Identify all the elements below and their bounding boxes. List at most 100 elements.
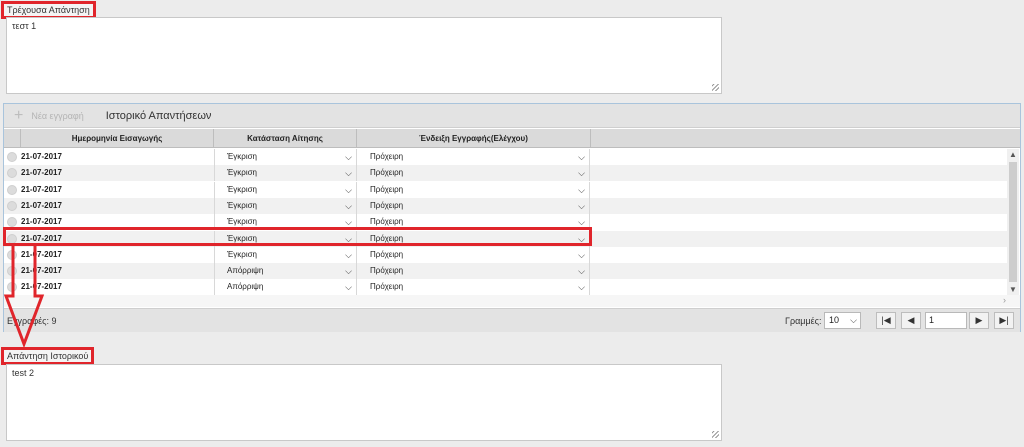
chevron-down-icon: ⌵ xyxy=(345,168,352,179)
history-answer-textarea[interactable]: test 2 xyxy=(6,364,722,441)
row-status-value: Έγκριση xyxy=(227,152,257,161)
grid-header: Ημερομηνία Εισαγωγής Κατάσταση Αίτησης Έ… xyxy=(4,129,1020,148)
chevron-down-icon: ⌵ xyxy=(345,282,352,293)
table-row[interactable]: 21-07-2017 Έγκριση ⌵ Πρόχειρη ⌵ xyxy=(4,246,1007,263)
current-answer-textarea[interactable]: τεστ 1 xyxy=(6,17,722,94)
row-entry-select[interactable]: Πρόχειρη ⌵ xyxy=(356,197,590,214)
row-entry-value: Πρόχειρη xyxy=(370,282,404,292)
grid-body: 21-07-2017 Έγκριση ⌵ Πρόχειρη ⌵ 21-07-2017 Έγκ… xyxy=(4,149,1007,295)
chevron-down-icon: ⌵ xyxy=(345,184,352,195)
selected-row-highlight xyxy=(3,227,592,246)
row-entry-select[interactable]: Πρόχειρη ⌵ xyxy=(356,149,590,165)
row-status-value: Έγκριση xyxy=(227,249,257,259)
header-status[interactable]: Κατάσταση Αίτησης xyxy=(214,129,357,148)
row-entry-value: Πρόχειρη xyxy=(370,217,404,227)
history-answer-text: test 2 xyxy=(12,368,35,378)
next-page-icon: ▶ xyxy=(975,315,983,325)
history-answer-label: Απάντηση Ιστορικού xyxy=(1,347,95,365)
chevron-down-icon: ⌵ xyxy=(345,266,352,277)
last-page-button[interactable]: ▶| xyxy=(994,312,1014,329)
row-status-select[interactable]: Έγκριση ⌵ xyxy=(214,246,356,263)
chevron-down-icon: ⌵ xyxy=(345,200,352,211)
row-entry-select[interactable]: Πρόχειρη ⌵ xyxy=(356,279,590,295)
grid-title: Ιστορικό Απαντήσεων xyxy=(105,109,212,122)
row-select-radio[interactable] xyxy=(7,200,17,211)
table-row[interactable]: 21-07-2017 Απόρριψη ⌵ Πρόχειρη ⌵ xyxy=(4,263,1007,280)
header-select-column xyxy=(4,129,21,148)
row-entry-value: Πρόχειρη xyxy=(370,152,404,161)
row-select-radio[interactable] xyxy=(7,249,17,260)
row-entry-select[interactable]: Πρόχειρη ⌵ xyxy=(356,165,590,182)
row-status-value: Έγκριση xyxy=(227,168,257,178)
scroll-up-icon[interactable]: ▲ xyxy=(1007,150,1019,159)
table-row[interactable]: 21-07-2017 Έγκριση ⌵ Πρόχειρη ⌵ xyxy=(4,197,1007,214)
rows-per-page-value: 10 xyxy=(829,315,840,325)
chevron-down-icon: ⌵ xyxy=(578,184,585,195)
row-entry-value: Πρόχειρη xyxy=(370,184,404,194)
header-entry[interactable]: Ένδειξη Εγγραφής(Ελέγχου) xyxy=(357,129,591,148)
row-status-select[interactable]: Έγκριση ⌵ xyxy=(214,149,356,165)
row-select-radio[interactable] xyxy=(7,266,17,277)
row-select-radio[interactable] xyxy=(7,217,17,228)
chevron-down-icon: ⌵ xyxy=(578,266,585,277)
row-entry-select[interactable]: Πρόχειρη ⌵ xyxy=(356,181,590,198)
row-select-radio[interactable] xyxy=(7,152,17,162)
prev-page-button[interactable]: ◀ xyxy=(901,312,921,329)
row-select-radio[interactable] xyxy=(7,184,17,195)
first-page-button[interactable]: |◀ xyxy=(876,312,896,329)
row-status-value: Έγκριση xyxy=(227,184,257,194)
rows-per-page-select[interactable]: 10 ⌵ xyxy=(824,312,861,329)
first-page-icon: |◀ xyxy=(881,315,891,325)
row-status-select[interactable]: Απόρριψη ⌵ xyxy=(214,279,356,295)
row-entry-value: Πρόχειρη xyxy=(370,266,404,276)
chevron-down-icon: ⌵ xyxy=(578,168,585,179)
row-entry-select[interactable]: Πρόχειρη ⌵ xyxy=(356,263,590,280)
row-status-value: Απόρριψη xyxy=(227,266,264,276)
row-status-select[interactable]: Έγκριση ⌵ xyxy=(214,181,356,198)
chevron-down-icon: ⌵ xyxy=(850,315,857,325)
rows-per-page-label: Γραμμές: xyxy=(785,316,822,326)
records-count: Εγγραφές: 9 xyxy=(7,316,57,326)
row-status-select[interactable]: Έγκριση ⌵ xyxy=(214,165,356,182)
scrollbar-thumb[interactable] xyxy=(1009,162,1017,282)
row-status-value: Απόρριψη xyxy=(227,282,264,292)
row-status-value: Έγκριση xyxy=(227,217,257,227)
table-row[interactable]: 21-07-2017 Έγκριση ⌵ Πρόχειρη ⌵ xyxy=(4,149,1007,165)
history-grid: + Νέα εγγραφή Ιστορικό Απαντήσεων Ημερομ… xyxy=(3,103,1021,332)
page-number-input[interactable]: 1 xyxy=(925,312,967,329)
row-select-radio[interactable] xyxy=(7,168,17,179)
current-answer-text: τεστ 1 xyxy=(12,21,37,31)
chevron-down-icon: ⌵ xyxy=(345,249,352,260)
table-row[interactable]: 21-07-2017 Έγκριση ⌵ Πρόχειρη ⌵ xyxy=(4,165,1007,182)
grid-toolbar: + Νέα εγγραφή Ιστορικό Απαντήσεων xyxy=(4,104,1020,128)
row-select-radio[interactable] xyxy=(7,282,17,293)
row-status-select[interactable]: Απόρριψη ⌵ xyxy=(214,263,356,280)
row-entry-value: Πρόχειρη xyxy=(370,249,404,259)
header-date[interactable]: Ημερομηνία Εισαγωγής xyxy=(21,129,214,148)
row-date: 21-07-2017 xyxy=(21,249,62,259)
prev-page-icon: ◀ xyxy=(907,315,915,325)
horizontal-scrollbar[interactable]: › xyxy=(4,295,1020,307)
chevron-down-icon: ⌵ xyxy=(578,249,585,260)
plus-icon[interactable]: + xyxy=(14,107,23,124)
resize-grip-icon[interactable] xyxy=(712,84,719,91)
scroll-right-icon[interactable]: › xyxy=(1003,295,1006,305)
row-date: 21-07-2017 xyxy=(21,152,62,161)
resize-grip-icon[interactable] xyxy=(712,431,719,438)
new-record-button[interactable]: Νέα εγγραφή xyxy=(31,111,83,121)
row-entry-value: Πρόχειρη xyxy=(370,200,404,210)
row-status-select[interactable]: Έγκριση ⌵ xyxy=(214,197,356,214)
chevron-down-icon: ⌵ xyxy=(345,152,352,162)
row-entry-select[interactable]: Πρόχειρη ⌵ xyxy=(356,246,590,263)
row-date: 21-07-2017 xyxy=(21,282,62,292)
row-date: 21-07-2017 xyxy=(21,266,62,276)
table-row[interactable]: 21-07-2017 Απόρριψη ⌵ Πρόχειρη ⌵ xyxy=(4,279,1007,295)
chevron-down-icon: ⌵ xyxy=(578,282,585,293)
table-row[interactable]: 21-07-2017 Έγκριση ⌵ Πρόχειρη ⌵ xyxy=(4,181,1007,198)
row-entry-value: Πρόχειρη xyxy=(370,168,404,178)
next-page-button[interactable]: ▶ xyxy=(969,312,989,329)
chevron-down-icon: ⌵ xyxy=(578,152,585,162)
vertical-scrollbar[interactable]: ▲ ▼ xyxy=(1007,149,1019,295)
scroll-down-icon[interactable]: ▼ xyxy=(1007,285,1019,294)
row-date: 21-07-2017 xyxy=(21,184,62,194)
